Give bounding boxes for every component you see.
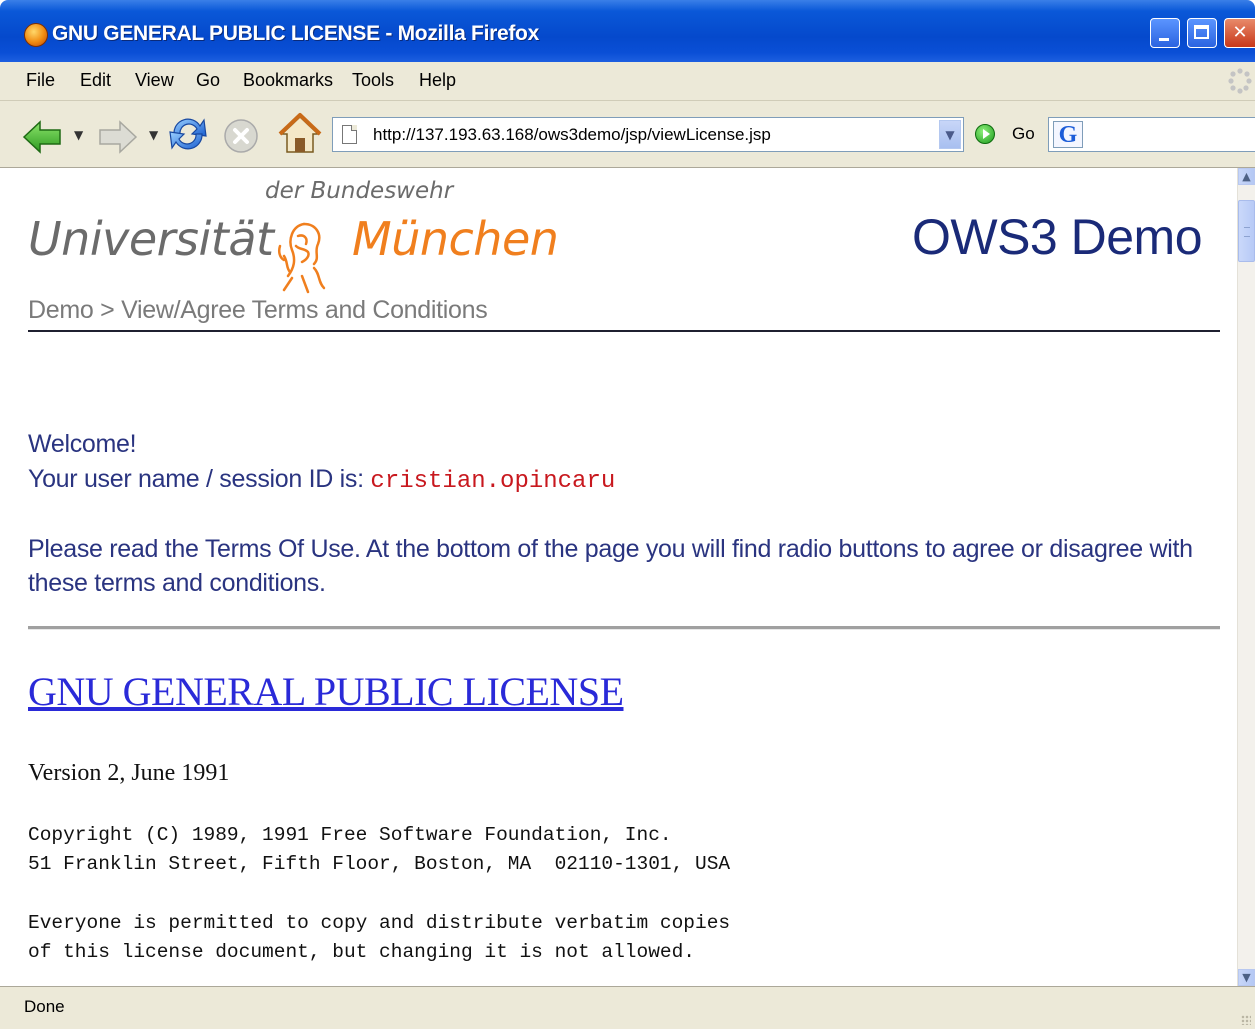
url-input[interactable]: http://137.193.63.168/ows3demo/jsp/viewL… (373, 125, 771, 145)
forward-dropdown-icon[interactable]: ▼ (149, 128, 158, 142)
breadcrumb: Demo > View/Agree Terms and Conditions (28, 296, 488, 324)
welcome-text: Welcome! (28, 430, 137, 458)
back-arrow-icon[interactable] (20, 118, 64, 156)
throbber-icon (1228, 68, 1252, 94)
page-icon (342, 125, 357, 144)
address-bar[interactable]: http://137.193.63.168/ows3demo/jsp/viewL… (332, 117, 964, 152)
reload-icon[interactable] (166, 112, 210, 156)
go-icon (975, 124, 995, 144)
firefox-icon (24, 23, 48, 47)
logo-universitaet: Universität (28, 212, 274, 266)
browser-window: GNU GENERAL PUBLIC LICENSE - Mozilla Fir… (0, 0, 1255, 1029)
license-title: GNU GENERAL PUBLIC LICENSE (28, 669, 624, 714)
status-bar: Done (0, 986, 1255, 1029)
instructions-text: Please read the Terms Of Use. At the bot… (28, 535, 1193, 597)
search-box[interactable]: G (1048, 117, 1255, 152)
home-icon[interactable] (278, 112, 322, 156)
menu-tools[interactable]: Tools (352, 70, 394, 91)
scroll-up-icon[interactable]: ▲ (1238, 168, 1255, 185)
logo-muenchen: München (352, 212, 559, 266)
dropdown-icon[interactable]: ▼ (939, 120, 961, 149)
session-line: Your user name / session ID is: cristian… (28, 465, 615, 495)
menu-go[interactable]: Go (196, 70, 220, 91)
scroll-down-icon[interactable]: ▼ (1238, 969, 1255, 986)
menu-file[interactable]: File (26, 70, 55, 91)
close-icon: ✕ (1232, 22, 1248, 43)
stop-icon[interactable] (222, 117, 260, 155)
logo-subtitle: der Bundeswehr (265, 178, 454, 204)
back-dropdown-icon[interactable]: ▼ (74, 128, 83, 142)
menu-help[interactable]: Help (419, 70, 456, 91)
go-label: Go (1012, 124, 1035, 143)
permission-block: Everyone is permitted to copy and distri… (28, 912, 731, 963)
header-divider (28, 330, 1220, 332)
menu-bookmarks[interactable]: Bookmarks (243, 70, 333, 91)
app-title: OWS3 Demo (912, 209, 1203, 265)
section-divider (28, 626, 1220, 630)
scroll-thumb[interactable] (1238, 200, 1255, 262)
vertical-scrollbar[interactable]: ▲ ▼ (1237, 168, 1255, 986)
minimize-button[interactable] (1150, 18, 1180, 48)
page-content: der Bundeswehr Universität München OWS3 … (0, 168, 1237, 986)
minimize-icon (1159, 38, 1169, 41)
license-version: Version 2, June 1991 (28, 760, 230, 786)
menu-bar: File Edit View Go Bookmarks Tools Help (0, 62, 1255, 101)
forward-arrow-icon[interactable] (96, 118, 140, 156)
status-text: Done (24, 997, 65, 1016)
google-search-icon[interactable]: G (1053, 121, 1083, 148)
copyright-block: Copyright (C) 1989, 1991 Free Software F… (28, 824, 731, 875)
session-label: Your user name / session ID is: (28, 465, 371, 493)
window-title: GNU GENERAL PUBLIC LICENSE - Mozilla Fir… (52, 22, 539, 45)
menu-edit[interactable]: Edit (80, 70, 111, 91)
logo-emblem-icon (277, 222, 326, 294)
close-button[interactable]: ✕ (1224, 18, 1255, 48)
menu-view[interactable]: View (135, 70, 174, 91)
resize-grip-icon[interactable] (1241, 1015, 1251, 1025)
title-bar[interactable]: GNU GENERAL PUBLIC LICENSE - Mozilla Fir… (0, 0, 1255, 62)
maximize-button[interactable] (1187, 18, 1217, 48)
maximize-icon (1194, 25, 1209, 39)
session-id: cristian.opincaru (370, 468, 616, 495)
